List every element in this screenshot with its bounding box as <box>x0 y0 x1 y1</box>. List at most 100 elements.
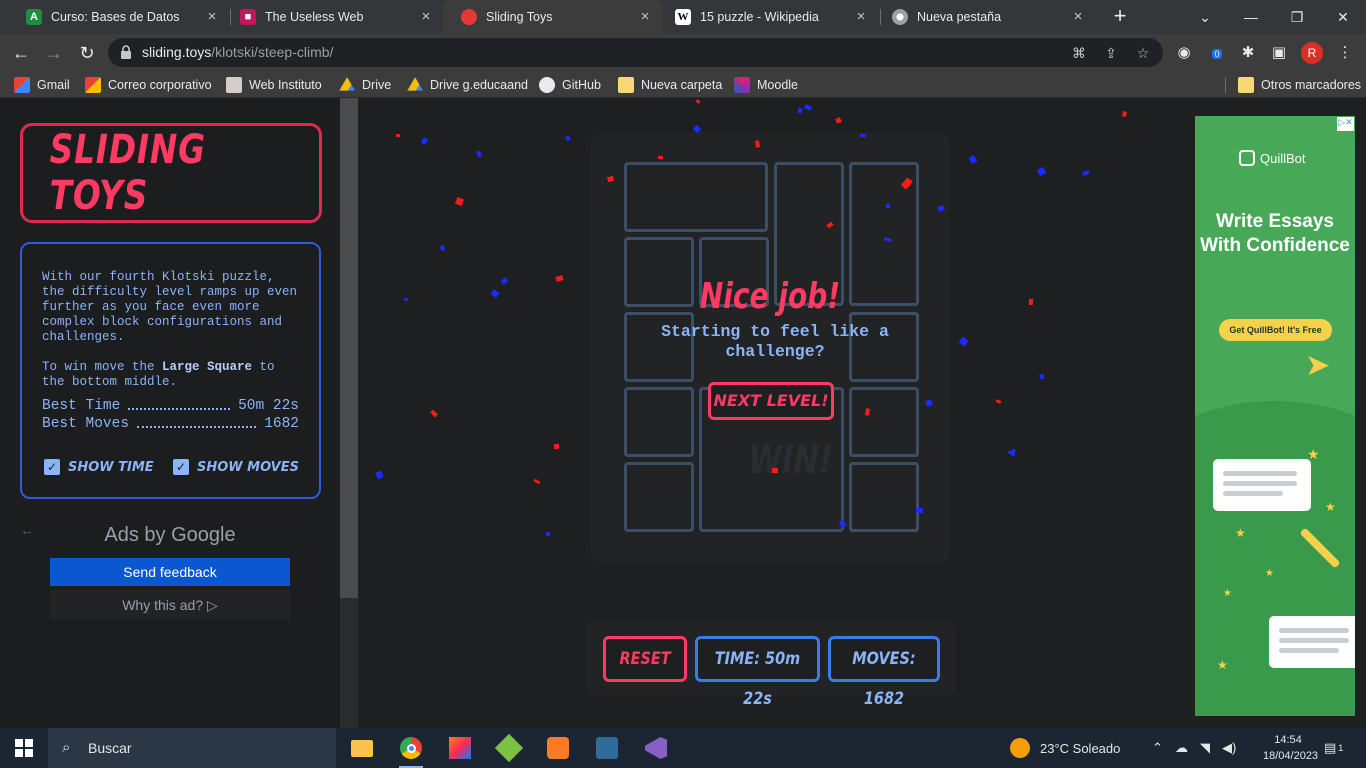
game-area: WIN! Nice job! Starting to feel like a c… <box>358 98 1184 728</box>
bookmark-moodle[interactable]: Moodle <box>734 76 798 94</box>
site-logo[interactable]: SLIDING TOYS <box>20 123 322 223</box>
menu-icon[interactable]: ⋮ <box>1334 42 1356 64</box>
side-panel-icon[interactable]: ▣ <box>1268 42 1290 64</box>
confetti-piece <box>1121 110 1128 118</box>
moves-label: MOVES: 1682 <box>852 649 916 709</box>
close-icon[interactable]: × <box>418 9 434 25</box>
bookmark-label: Otros marcadores <box>1261 78 1362 92</box>
close-icon[interactable]: × <box>204 9 220 25</box>
profile-avatar[interactable]: R <box>1301 42 1323 64</box>
notifications-icon[interactable]: ▤ 1 <box>1324 728 1343 768</box>
tab-wikipedia[interactable]: W 15 puzzle - Wikipedia × <box>657 0 879 34</box>
show-moves-checkbox[interactable]: ✓ SHOW MOVES <box>173 459 299 475</box>
time-display: TIME: 50m 22s <box>695 636 820 709</box>
quillbot-icon <box>1239 150 1255 166</box>
taskbar-search[interactable]: ⌕ Buscar <box>48 728 336 768</box>
reload-button[interactable]: ↻ <box>74 40 100 66</box>
bookmark-web-instituto[interactable]: Web Instituto <box>226 76 322 94</box>
restore-button[interactable]: ❐ <box>1274 0 1320 34</box>
adchoices-icon[interactable]: ▷✕ <box>1337 117 1354 131</box>
puzzle-block[interactable] <box>849 387 919 457</box>
bookmark-label: GitHub <box>562 78 601 92</box>
chrome-taskbar-icon[interactable] <box>395 732 427 768</box>
weather-text: 23°C Soleado <box>1040 740 1121 756</box>
weather-widget[interactable]: 23°C Soleado <box>1010 728 1120 768</box>
xampp-icon[interactable] <box>542 732 574 764</box>
why-this-ad-button[interactable]: Why this ad? ▷ <box>50 590 290 620</box>
bookmark-drive[interactable]: Drive <box>339 76 391 94</box>
incognito-extension-icon[interactable]: ◉ <box>1173 42 1195 64</box>
school-icon <box>226 77 242 93</box>
confetti-piece <box>396 134 400 137</box>
taskbar-clock[interactable]: 14:54 18/04/2023 <box>1263 732 1318 764</box>
star-icon: ★ <box>1217 658 1228 672</box>
magic-wand-icon <box>1299 527 1341 569</box>
minimize-button[interactable]: — <box>1228 0 1274 34</box>
puzzle-block[interactable] <box>849 462 919 532</box>
bookmark-label: Drive <box>362 78 392 92</box>
extension-badge-icon[interactable]: 0 <box>1206 42 1228 64</box>
bookmark-github[interactable]: GitHub <box>539 76 601 94</box>
cloud-icon[interactable]: ☁ <box>1175 728 1188 768</box>
ad-cta-button[interactable]: Get QuillBot! It's Free <box>1219 319 1332 341</box>
url-path: /klotski/steep-climb/ <box>211 44 334 60</box>
tab-title: 15 puzzle - Wikipedia <box>700 10 819 24</box>
intellij-icon[interactable] <box>444 732 476 764</box>
reset-label: RESET <box>619 649 671 669</box>
next-level-button[interactable]: NEXT LEVEL! <box>708 382 834 420</box>
puzzle-block[interactable] <box>624 462 694 532</box>
puzzle-block[interactable] <box>624 162 768 232</box>
bookmark-drive-educa[interactable]: Drive g.educaand <box>407 76 528 94</box>
chrome-icon <box>892 9 908 25</box>
quillbot-banner-ad[interactable]: ▷✕ QuillBot Write Essays With Confidence… <box>1195 116 1355 716</box>
network-icon[interactable]: ◥ <box>1200 728 1210 768</box>
puzzle-block[interactable] <box>624 387 694 457</box>
close-icon[interactable]: × <box>1070 9 1086 25</box>
tab-strip: A Curso: Bases de Datos × ■ The Useless … <box>0 0 1366 34</box>
new-tab-button[interactable]: + <box>1108 5 1132 29</box>
volume-icon[interactable]: ◀) <box>1222 728 1236 768</box>
goal-target: Large Square <box>162 360 253 374</box>
show-time-checkbox[interactable]: ✓ SHOW TIME <box>44 459 154 475</box>
file-explorer-icon[interactable] <box>346 732 378 764</box>
reset-button[interactable]: RESET <box>603 636 687 682</box>
tab-new-tab[interactable]: Nueva pestaña × <box>874 0 1096 34</box>
close-icon[interactable]: × <box>637 9 653 25</box>
forward-button[interactable]: → <box>41 40 67 66</box>
visual-studio-icon[interactable] <box>640 732 672 764</box>
bookmark-otros[interactable]: Otros marcadores <box>1238 76 1361 94</box>
bookmark-correo[interactable]: Correo corporativo <box>85 76 212 94</box>
github-icon <box>539 77 555 93</box>
start-button[interactable] <box>0 728 48 768</box>
bookmark-nueva-carpeta[interactable]: Nueva carpeta <box>618 76 722 94</box>
star-icon: ★ <box>1307 446 1320 462</box>
translate-icon[interactable]: ⌘ <box>1070 44 1088 62</box>
green-a-icon: A <box>26 9 42 25</box>
puzzle-extensions-icon[interactable]: ✱ <box>1237 42 1259 64</box>
share-icon[interactable]: ⇪ <box>1102 44 1120 62</box>
send-feedback-button[interactable]: Send feedback <box>50 558 290 586</box>
address-bar[interactable]: sliding.toys/klotski/steep-climb/ ⌘ ⇪ ☆ <box>108 38 1163 67</box>
bookmark-label: Correo corporativo <box>108 78 212 92</box>
clock-time: 14:54 <box>1274 734 1302 746</box>
mysql-workbench-icon[interactable] <box>591 732 623 764</box>
bookmark-star-icon[interactable]: ☆ <box>1134 44 1152 62</box>
tab-useless-web[interactable]: ■ The Useless Web × <box>222 0 444 34</box>
close-icon[interactable]: × <box>853 9 869 25</box>
browser-toolbar: ← → ↻ sliding.toys/klotski/steep-climb/ … <box>0 34 1366 71</box>
ad-headline: Write Essays With Confidence <box>1200 211 1350 256</box>
sidebar-scrollbar[interactable] <box>340 98 358 728</box>
document-card-icon <box>1269 616 1355 668</box>
tab-search-icon[interactable]: ⌄ <box>1182 0 1228 34</box>
tab-sliding-toys[interactable]: Sliding Toys × <box>443 0 663 34</box>
confetti-piece <box>403 297 409 302</box>
scrollbar-thumb[interactable] <box>340 98 358 598</box>
back-button[interactable]: ← <box>8 40 34 66</box>
dbeaver-icon[interactable] <box>493 732 525 764</box>
star-icon: ★ <box>1235 526 1246 540</box>
tab-curso[interactable]: A Curso: Bases de Datos × <box>8 0 230 34</box>
close-window-button[interactable]: ✕ <box>1320 0 1366 34</box>
bookmark-gmail[interactable]: Gmail <box>14 76 70 94</box>
display-options: ✓ SHOW TIME ✓ SHOW MOVES <box>44 459 299 475</box>
tray-expand-icon[interactable]: ⌃ <box>1152 728 1163 768</box>
